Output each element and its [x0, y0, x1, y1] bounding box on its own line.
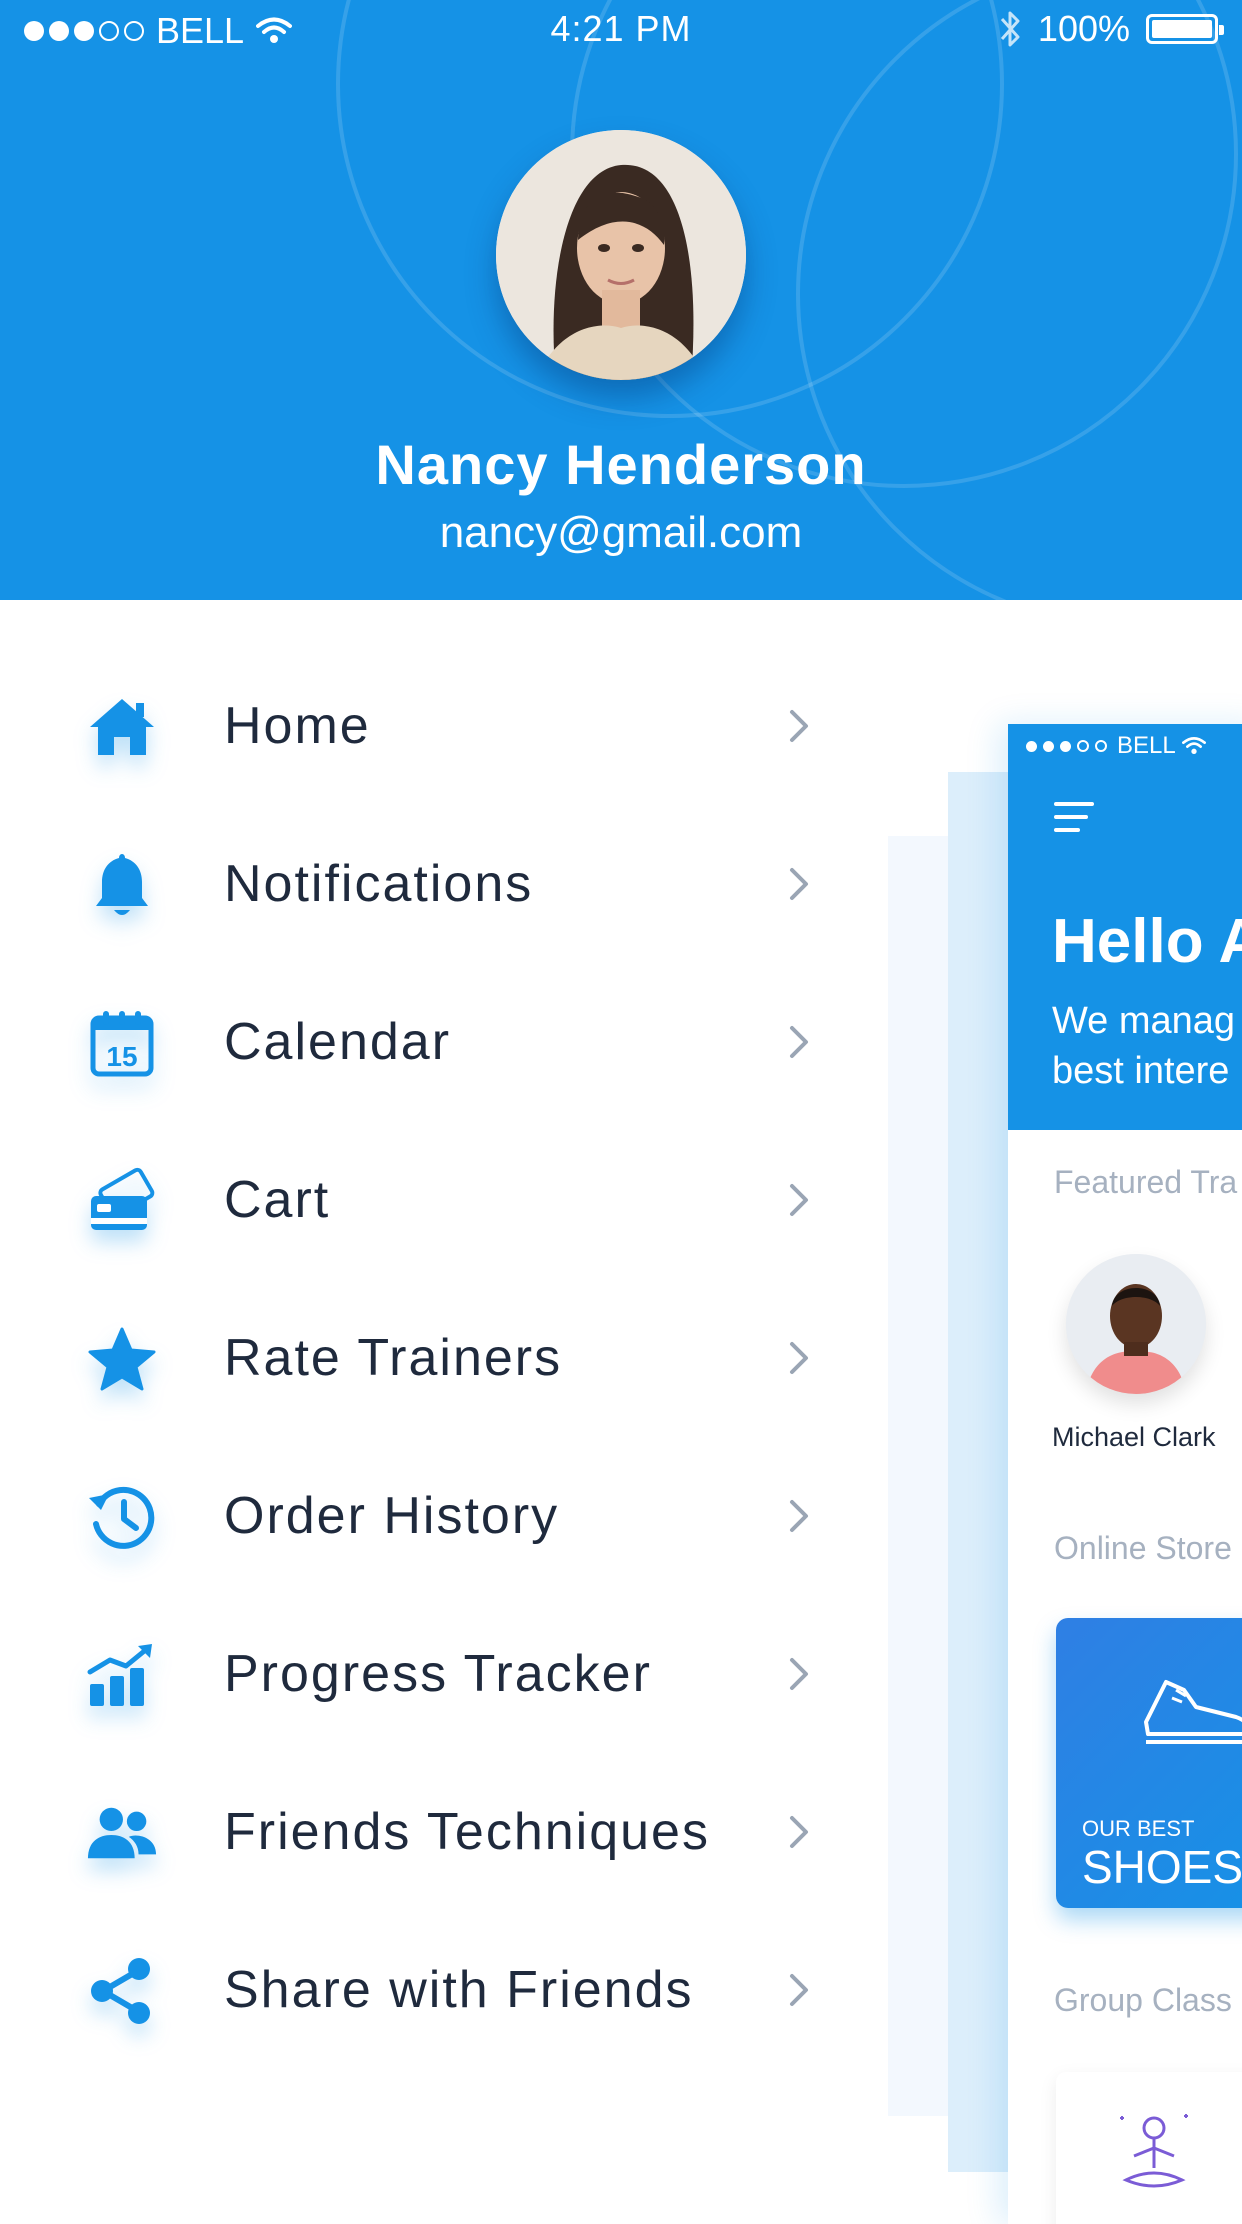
menu-label: Home [224, 697, 371, 755]
wifi-icon [1181, 737, 1206, 754]
featured-trainers-label: Featured Tra [1054, 1164, 1238, 1200]
menu-label: Cart [224, 1171, 331, 1229]
card-title: SHOES [1082, 1841, 1242, 1893]
chevron-right-icon [790, 1184, 808, 1216]
menu-label: Notifications [224, 855, 534, 913]
menu-item-calendar[interactable]: 15 Calendar [0, 962, 880, 1120]
menu-item-home[interactable]: Home [0, 646, 880, 804]
cart-cards-icon [86, 1165, 158, 1237]
bell-icon [86, 849, 158, 921]
chevron-right-icon [790, 1974, 808, 2006]
group-classes-label: Group Class [1054, 1982, 1232, 2018]
profile-name: Nancy Henderson [375, 433, 867, 496]
profile-header: BELL 4:21 PM 100% Nancy Henderson nancy@… [0, 0, 1242, 600]
chevron-right-icon [790, 1500, 808, 1532]
app-preview[interactable]: BELL Hello A We manag best intere Featur… [1008, 724, 1242, 2224]
share-icon [86, 1955, 158, 2027]
menu-item-cart[interactable]: Cart [0, 1120, 880, 1278]
group-class-card[interactable] [1056, 2072, 1242, 2224]
preview-tagline-line: We manag [1052, 1000, 1236, 1042]
status-bar: BELL 4:21 PM 100% [0, 0, 1242, 64]
chevron-right-icon [790, 1816, 808, 1848]
online-store-label: Online Store [1054, 1530, 1232, 1566]
trainer-avatar[interactable] [1066, 1254, 1206, 1394]
menu-label: Friends Techniques [224, 1803, 710, 1861]
shoes-card[interactable]: OUR BEST SHOES [1056, 1618, 1242, 1908]
menu-item-progress-tracker[interactable]: Progress Tracker [0, 1594, 880, 1752]
chevron-right-icon [790, 1342, 808, 1374]
trainer-name: Michael Clark [1052, 1422, 1216, 1452]
preview-tagline: We manag best intere [1052, 996, 1235, 1096]
calendar-icon: 15 [86, 1007, 158, 1079]
chevron-right-icon [790, 868, 808, 900]
preview-carrier: BELL [1117, 732, 1176, 759]
hamburger-menu-icon[interactable] [1054, 802, 1094, 841]
history-icon [86, 1481, 158, 1553]
menu-label: Calendar [224, 1013, 452, 1071]
avatar[interactable] [496, 130, 746, 380]
star-icon [86, 1323, 158, 1395]
preview-status-bar: BELL [1026, 732, 1206, 760]
yoga-icon [1120, 2114, 1188, 2188]
sneaker-icon [1144, 1680, 1242, 1744]
friends-icon [86, 1797, 158, 1869]
home-icon [86, 691, 158, 763]
menu-label: Progress Tracker [224, 1645, 652, 1703]
menu-item-order-history[interactable]: Order History [0, 1436, 880, 1594]
calendar-day: 15 [106, 1041, 137, 1072]
menu-label: Rate Trainers [224, 1329, 563, 1387]
menu-item-share-with-friends[interactable]: Share with Friends [0, 1910, 880, 2068]
battery-icon [1146, 14, 1224, 44]
menu-item-friends-techniques[interactable]: Friends Techniques [0, 1752, 880, 1910]
battery-percent: 100% [1037, 8, 1130, 49]
card-subtitle: OUR BEST [1082, 1816, 1195, 1841]
preview-tagline-line: best intere [1052, 1050, 1230, 1092]
menu-item-notifications[interactable]: Notifications [0, 804, 880, 962]
menu-item-rate-trainers[interactable]: Rate Trainers [0, 1278, 880, 1436]
chevron-right-icon [790, 1658, 808, 1690]
preview-greeting: Hello A [1052, 907, 1242, 976]
menu-label: Order History [224, 1487, 560, 1545]
bluetooth-icon [1000, 11, 1020, 47]
chevron-right-icon [790, 1026, 808, 1058]
chevron-right-icon [790, 710, 808, 742]
profile-email: nancy@gmail.com [439, 508, 803, 557]
preview-header: BELL Hello A We manag best intere [1008, 724, 1242, 1130]
menu-label: Share with Friends [224, 1961, 694, 2019]
chart-icon [86, 1639, 158, 1711]
